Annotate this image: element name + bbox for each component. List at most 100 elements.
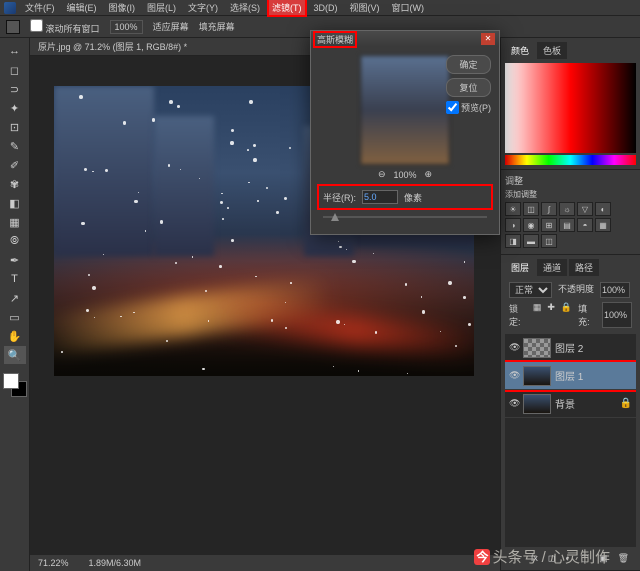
layer-name[interactable]: 背景 [555, 396, 575, 411]
opacity-input[interactable] [600, 282, 630, 298]
adj-bw-icon[interactable]: ◑ [505, 218, 521, 232]
menu-filter[interactable]: 滤镜(T) [269, 0, 305, 15]
layer-thumbnail[interactable] [523, 394, 551, 414]
radius-slider[interactable] [323, 216, 487, 218]
crop-tool-icon[interactable]: ⊡ [4, 118, 26, 136]
toolbox: ↔ ◻ ⊃ ✦ ⊡ ✎ ✐ ✾ ◧ ▦ ⦾ ✒ T ↗ ▭ ✋ 🔍 [0, 38, 30, 571]
channels-tab[interactable]: 通道 [537, 259, 567, 276]
adj-gradient-map-icon[interactable]: ▬ [523, 234, 539, 248]
color-picker[interactable] [505, 63, 636, 153]
radius-input[interactable] [362, 190, 398, 204]
adj-vibrance-icon[interactable]: ▽ [577, 202, 593, 216]
menu-image[interactable]: 图像(I) [106, 0, 139, 15]
close-icon[interactable]: ✕ [481, 33, 495, 45]
status-zoom: 71.22% [38, 558, 69, 568]
zoom-out-icon[interactable]: ⊖ [378, 169, 386, 180]
cancel-button[interactable]: 复位 [446, 78, 491, 97]
ok-button[interactable]: 确定 [446, 55, 491, 74]
brush-tool-icon[interactable]: ✐ [4, 156, 26, 174]
stamp-tool-icon[interactable]: ✾ [4, 175, 26, 193]
tool-preset-icon[interactable] [6, 20, 20, 34]
hand-tool-icon[interactable]: ✋ [4, 327, 26, 345]
layer-name[interactable]: 图层 2 [555, 340, 583, 355]
lock-position-icon[interactable]: ✚ [547, 302, 555, 328]
fill-input[interactable] [602, 302, 632, 328]
layer-row[interactable]: 👁 背景 🔒 [505, 390, 636, 418]
adj-threshold-icon[interactable]: ◨ [505, 234, 521, 248]
hue-slider[interactable] [505, 155, 636, 165]
adj-selective-icon[interactable]: ◫ [541, 234, 557, 248]
radius-label: 半径(R): [323, 191, 356, 204]
ps-logo-icon [4, 2, 16, 14]
visibility-icon[interactable]: 👁 [509, 398, 519, 409]
menu-select[interactable]: 选择(S) [227, 0, 263, 15]
fg-color-icon[interactable] [3, 373, 19, 389]
menu-type[interactable]: 文字(Y) [185, 0, 221, 15]
zoom-in-icon[interactable]: ⊕ [425, 169, 433, 180]
scroll-all-checkbox[interactable]: 滚动所有窗口 [30, 19, 100, 35]
color-swatch[interactable] [3, 373, 27, 397]
swatch-tab[interactable]: 色板 [537, 42, 567, 59]
eyedropper-tool-icon[interactable]: ✎ [4, 137, 26, 155]
zoom-level[interactable]: 100% [110, 20, 143, 34]
preview-checkbox[interactable]: 预览(P) [446, 101, 491, 114]
gradient-tool-icon[interactable]: ▦ [4, 213, 26, 231]
lasso-tool-icon[interactable]: ⊃ [4, 80, 26, 98]
lock-icon: 🔒 [620, 398, 632, 409]
dialog-title: 高斯模糊 [315, 33, 355, 46]
adj-posterize-icon[interactable]: ▦ [595, 218, 611, 232]
lock-all-icon[interactable]: 🔒 [561, 302, 572, 328]
toutiao-logo-icon: 今 [474, 549, 490, 565]
fill-screen-button[interactable]: 填充屏幕 [199, 20, 235, 33]
layer-row[interactable]: 👁 图层 1 [505, 362, 636, 390]
layer-list: 👁 图层 2 👁 图层 1 👁 背景 🔒 [505, 334, 636, 547]
move-tool-icon[interactable]: ↔ [4, 42, 26, 60]
menu-3d[interactable]: 3D(D) [311, 2, 341, 14]
layer-name[interactable]: 图层 1 [555, 368, 583, 383]
color-tab[interactable]: 颜色 [505, 42, 535, 59]
paths-tab[interactable]: 路径 [569, 259, 599, 276]
adj-channel-mixer-icon[interactable]: ⊞ [541, 218, 557, 232]
radius-unit: 像素 [404, 191, 422, 204]
adj-lookup-icon[interactable]: ▤ [559, 218, 575, 232]
wand-tool-icon[interactable]: ✦ [4, 99, 26, 117]
attribution-caption: 今 头条号 / 心灵制作 [474, 546, 610, 567]
layer-thumbnail[interactable] [523, 366, 551, 386]
adj-hue-icon[interactable]: ◐ [595, 202, 611, 216]
dialog-preview[interactable] [360, 55, 450, 165]
shape-tool-icon[interactable]: ▭ [4, 308, 26, 326]
preview-zoom: 100% [393, 170, 416, 180]
dialog-titlebar[interactable]: 高斯模糊 ✕ [311, 31, 499, 47]
adj-photo-filter-icon[interactable]: ◉ [523, 218, 539, 232]
menu-file[interactable]: 文件(F) [22, 0, 58, 15]
slider-handle-icon[interactable] [331, 213, 339, 221]
pen-tool-icon[interactable]: ✒ [4, 251, 26, 269]
eraser-tool-icon[interactable]: ◧ [4, 194, 26, 212]
menu-edit[interactable]: 编辑(E) [64, 0, 100, 15]
delete-layer-icon[interactable]: 🗑 [618, 553, 629, 564]
adj-exposure-icon[interactable]: ☼ [559, 202, 575, 216]
type-tool-icon[interactable]: T [4, 270, 26, 288]
zoom-tool-icon[interactable]: 🔍 [4, 346, 26, 364]
path-tool-icon[interactable]: ↗ [4, 289, 26, 307]
adj-curves-icon[interactable]: ∫ [541, 202, 557, 216]
menu-window[interactable]: 窗口(W) [389, 0, 428, 15]
adj-invert-icon[interactable]: ◓ [577, 218, 593, 232]
layers-tab[interactable]: 图层 [505, 259, 535, 276]
fit-screen-button[interactable]: 适应屏幕 [153, 20, 189, 33]
layer-row[interactable]: 👁 图层 2 [505, 334, 636, 362]
marquee-tool-icon[interactable]: ◻ [4, 61, 26, 79]
visibility-icon[interactable]: 👁 [509, 342, 519, 353]
layer-thumbnail[interactable] [523, 338, 551, 358]
lock-label: 锁定: [509, 302, 527, 328]
visibility-icon[interactable]: 👁 [509, 370, 519, 381]
menu-view[interactable]: 视图(V) [347, 0, 383, 15]
adj-brightness-icon[interactable]: ☀ [505, 202, 521, 216]
lock-pixels-icon[interactable]: ▦ [533, 302, 542, 328]
status-bar: 71.22% 1.89M/6.30M [30, 555, 500, 571]
menu-bar: 文件(F) 编辑(E) 图像(I) 图层(L) 文字(Y) 选择(S) 滤镜(T… [0, 0, 640, 16]
blur-tool-icon[interactable]: ⦾ [4, 232, 26, 250]
blend-mode-select[interactable]: 正常 [509, 282, 552, 298]
adj-levels-icon[interactable]: ◫ [523, 202, 539, 216]
menu-layer[interactable]: 图层(L) [144, 0, 179, 15]
